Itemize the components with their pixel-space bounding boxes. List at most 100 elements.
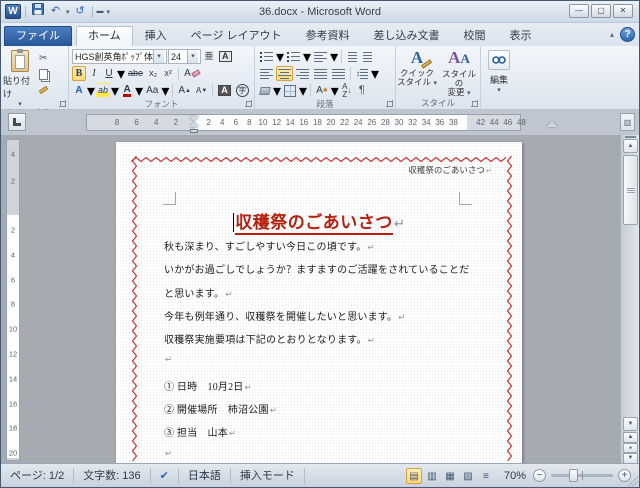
scrollbar-thumb[interactable] [623, 155, 638, 225]
asian-layout-button[interactable]: A✱ [314, 83, 330, 98]
shading-button[interactable] [258, 83, 272, 98]
page-indicator[interactable]: ページ: 1/2 [1, 468, 74, 484]
font-size-combo[interactable]: 24▾ [168, 49, 201, 64]
font-color-button[interactable]: A [123, 85, 130, 97]
document-line[interactable]: 今年も例年通り、収穫祭を開催したいと思います。↵ [164, 308, 484, 331]
language-indicator[interactable]: 日本語 [179, 468, 231, 484]
word-count[interactable]: 文字数: 136 [74, 468, 150, 484]
borders-button[interactable] [282, 83, 298, 98]
increase-indent-button[interactable] [360, 49, 374, 64]
multilevel-list-button[interactable] [312, 49, 329, 64]
change-case-button[interactable]: Aa [144, 83, 160, 98]
font-name-dropdown-icon[interactable]: ▾ [153, 50, 164, 63]
document-line[interactable]: と思います。↵ [164, 285, 484, 308]
bullets-button[interactable] [258, 49, 275, 64]
highlight-color-button[interactable]: ab [96, 83, 110, 98]
justify-button[interactable] [312, 66, 329, 81]
document-body[interactable]: 秋も深まり、すごしやすい今日この頃です。↵ いかがお過ごしでしょうか？ますますの… [164, 238, 484, 464]
line-spacing-dropdown-icon[interactable]: ▾ [371, 64, 379, 84]
align-left-button[interactable] [258, 66, 275, 81]
document-line[interactable]: いかがお過ごしでしょうか？ますますのご活躍をされていることだ [164, 261, 484, 284]
help-icon[interactable]: ? [620, 27, 635, 42]
customize-qat-icon[interactable]: ▬ [97, 8, 104, 15]
view-outline-icon[interactable]: ▧ [460, 468, 476, 484]
change-styles-dropdown-icon[interactable]: ▾ [467, 90, 471, 97]
find-button[interactable] [488, 50, 510, 70]
zoom-slider-thumb[interactable] [569, 469, 578, 482]
tab-mailings[interactable]: 差し込み文書 [362, 26, 452, 46]
save-icon[interactable] [30, 3, 45, 20]
ruler-toggle-icon[interactable]: ▥ [620, 113, 635, 131]
character-border-button[interactable]: A [217, 49, 234, 64]
numbering-dropdown-icon[interactable]: ▾ [303, 47, 311, 67]
change-styles-button[interactable]: AA スタイルの変更 ▾ [438, 49, 480, 98]
editing-menu-button[interactable]: 編集 [490, 73, 508, 86]
view-web-layout-icon[interactable]: ▦ [442, 468, 458, 484]
tab-view[interactable]: 表示 [498, 26, 544, 46]
tab-references[interactable]: 参考資料 [294, 26, 362, 46]
paragraph-dialog-launcher[interactable] [386, 100, 393, 107]
indent-marker[interactable] [189, 115, 200, 130]
line-spacing-button[interactable]: ↕ [354, 66, 370, 81]
font-dialog-launcher[interactable] [245, 100, 252, 107]
document-title-line[interactable]: 収穫祭のごあいさつ↵ [116, 208, 522, 233]
font-color-dropdown-icon[interactable]: ▾ [135, 81, 143, 101]
document-line[interactable]: ↵ [164, 448, 484, 464]
cut-button[interactable]: ✂ [37, 51, 63, 65]
collapse-ribbon-icon[interactable]: ▴ [610, 30, 614, 39]
horizontal-ruler[interactable]: 8642246810121416182022242628303234363842… [86, 114, 521, 131]
resize-grip[interactable] [628, 476, 638, 486]
distribute-button[interactable] [330, 66, 347, 81]
underline-button[interactable]: U [102, 66, 116, 81]
clear-formatting-button[interactable]: A [182, 66, 202, 81]
select-browse-object-icon[interactable]: ● [623, 443, 638, 453]
editing-dropdown-icon[interactable]: ▾ [497, 86, 501, 94]
zoom-slider[interactable] [551, 474, 613, 477]
maximize-button[interactable]: ▢ [591, 4, 611, 18]
undo-icon[interactable]: ↶ [48, 4, 63, 19]
previous-page-icon[interactable]: ▲ [623, 432, 638, 443]
document-page[interactable]: 収穫祭のごあいさつ↵ 収穫祭のごあいさつ↵ 秋も深まり、すごしやすい今日この頃で… [116, 142, 522, 464]
text-effects-button[interactable]: A [72, 83, 86, 98]
document-title[interactable]: 収穫祭のごあいさつ [235, 213, 393, 235]
asian-layout-dropdown-icon[interactable]: ▾ [331, 81, 339, 101]
character-shading-button[interactable]: A [216, 83, 233, 98]
clipboard-dialog-launcher[interactable] [59, 100, 66, 107]
paste-dropdown-icon[interactable]: ▾ [18, 100, 22, 108]
decrease-indent-button[interactable] [345, 49, 359, 64]
view-draft-icon[interactable]: ≡ [478, 468, 494, 484]
view-print-layout-icon[interactable]: ▤ [406, 468, 422, 484]
align-center-button[interactable] [276, 66, 293, 81]
ruby-button[interactable]: 亜 [202, 49, 216, 64]
vertical-ruler[interactable]: 422468101214161820 [6, 139, 20, 461]
zoom-out-button[interactable]: − [533, 469, 546, 482]
spellcheck-icon[interactable]: ✔ [151, 468, 179, 484]
word-logo-icon[interactable]: W [5, 4, 21, 19]
strikethrough-button[interactable]: abe [126, 66, 145, 81]
zoom-level[interactable]: 70% [504, 470, 526, 482]
styles-dialog-launcher[interactable] [471, 100, 478, 107]
borders-dropdown-icon[interactable]: ▾ [299, 81, 307, 101]
minimize-button[interactable]: — [569, 4, 589, 18]
tab-file[interactable]: ファイル [4, 26, 72, 46]
superscript-button[interactable]: x² [161, 66, 175, 81]
document-line[interactable]: ↵ [164, 354, 484, 377]
scroll-up-icon[interactable]: ▲ [623, 139, 638, 153]
show-marks-button[interactable]: ¶ [355, 83, 369, 98]
redo-icon[interactable]: ↺ [73, 4, 88, 19]
insert-mode-indicator[interactable]: 挿入モード [231, 468, 305, 484]
quick-styles-button[interactable]: A クイックスタイル ▾ [396, 49, 438, 98]
document-line[interactable]: ③ 担当 山本↵ [164, 424, 484, 447]
view-fullscreen-reading-icon[interactable]: ▥ [424, 468, 440, 484]
vertical-scrollbar[interactable]: ▲ ▼ ▲ ● ▼ [620, 135, 639, 464]
multilevel-dropdown-icon[interactable]: ▾ [330, 47, 338, 67]
sort-button[interactable]: AZ↓ [340, 83, 354, 98]
font-name-combo[interactable]: HGS創英角ﾎﾟｯﾌﾟ体▾ [72, 49, 167, 64]
quick-styles-dropdown-icon[interactable]: ▾ [433, 80, 437, 87]
subscript-button[interactable]: x₂ [146, 66, 160, 81]
grow-font-button[interactable]: A▲ [176, 83, 193, 98]
bold-button[interactable]: B [72, 66, 86, 81]
page-header-text[interactable]: 収穫祭のごあいさつ↵ [408, 164, 492, 176]
highlight-dropdown-icon[interactable]: ▾ [111, 81, 119, 101]
enclose-characters-button[interactable]: 字 [234, 83, 251, 98]
